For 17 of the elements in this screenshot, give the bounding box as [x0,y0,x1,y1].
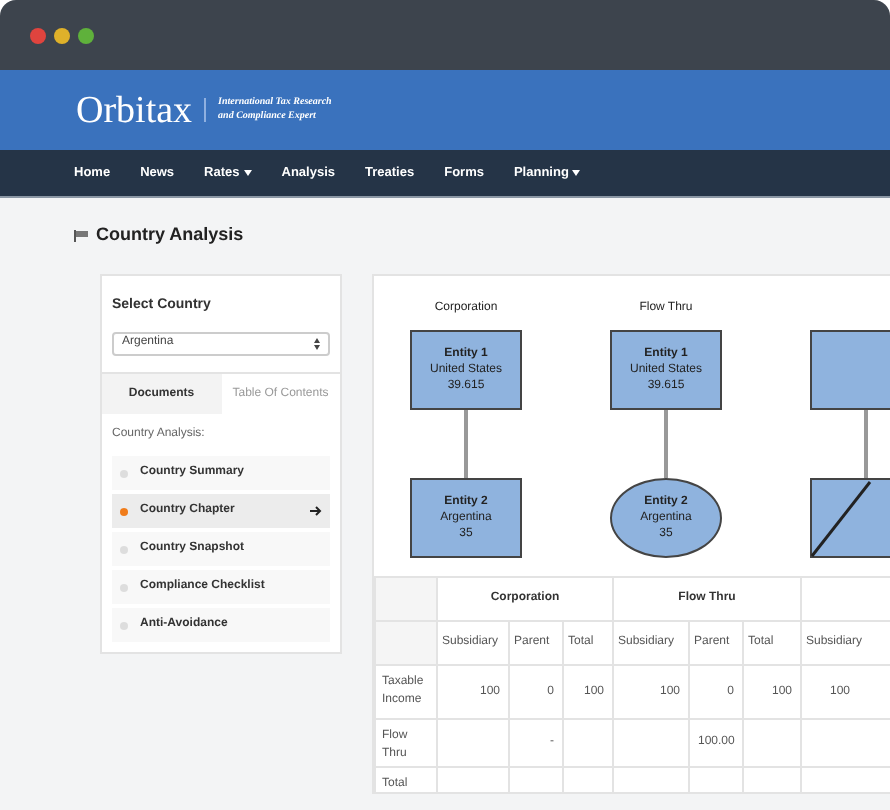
window-control[interactable] [78,27,94,43]
entity-box [810,478,890,558]
table-cell [613,719,689,767]
table-cell [743,719,801,767]
table-cell [437,719,509,767]
logo[interactable]: Orbitax [76,91,193,129]
page-title: Country Analysis [96,222,244,249]
arrow-icon [310,506,322,516]
caret-icon [243,170,252,176]
bullet-icon [120,507,128,515]
entity-box [810,330,890,410]
caret-icon [572,170,581,176]
window-control[interactable] [30,27,46,43]
table-cell [563,719,613,767]
window-control[interactable] [54,27,70,43]
updown-icon [314,337,320,350]
flag-icon [74,230,88,242]
